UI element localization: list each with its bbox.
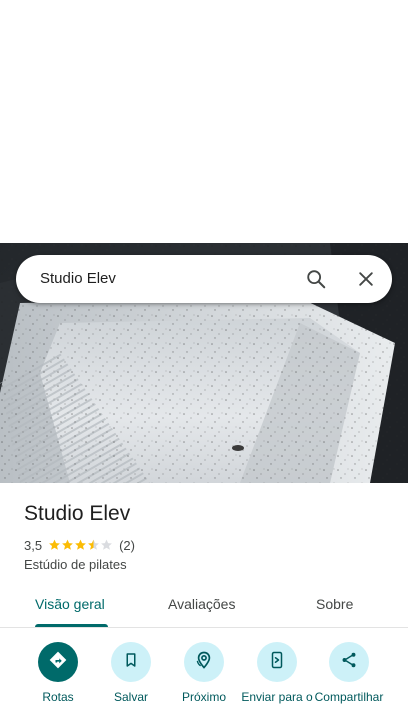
review-count: (2) xyxy=(119,537,135,553)
share-icon xyxy=(340,651,358,674)
send-to-phone-button[interactable]: Enviar para o xyxy=(241,642,313,704)
place-tabs: Visão geral Avaliações Sobre xyxy=(0,586,408,628)
search-bar[interactable]: Studio Elev xyxy=(16,255,392,303)
directions-button[interactable]: Rotas xyxy=(22,642,94,704)
rating-stars xyxy=(48,539,113,551)
save-label: Salvar xyxy=(113,690,148,704)
close-icon[interactable] xyxy=(350,263,382,295)
send-to-phone-label: Enviar para o xyxy=(241,690,313,704)
nearby-label: Próximo xyxy=(181,690,226,704)
send-to-phone-icon xyxy=(268,651,286,674)
share-label: Compartilhar xyxy=(314,690,384,704)
rating-row[interactable]: 3,5 (2) xyxy=(24,537,135,553)
directions-label: Rotas xyxy=(42,690,74,704)
tab-overview[interactable]: Visão geral xyxy=(35,596,105,612)
tab-about[interactable]: Sobre xyxy=(316,596,353,612)
star-icon xyxy=(75,539,86,550)
star-icon xyxy=(62,539,73,550)
directions-icon xyxy=(48,650,68,675)
bookmark-icon xyxy=(122,651,140,674)
place-screen: Studio Elev Studio Elev 3,5 (2) Estúdio … xyxy=(0,0,408,726)
rating-value: 3,5 xyxy=(24,537,43,553)
place-category: Estúdio de pilates xyxy=(24,557,127,572)
place-name: Studio Elev xyxy=(24,502,131,525)
nearby-button[interactable]: Próximo xyxy=(168,642,240,704)
search-query[interactable]: Studio Elev xyxy=(40,270,116,287)
star-icon xyxy=(49,539,60,550)
star-icon xyxy=(88,539,99,550)
nearby-icon xyxy=(194,650,214,675)
star-icon xyxy=(101,539,112,550)
search-icon[interactable] xyxy=(300,263,332,295)
save-button[interactable]: Salvar xyxy=(95,642,167,704)
active-tab-indicator xyxy=(35,624,108,627)
tab-reviews[interactable]: Avaliações xyxy=(168,596,235,612)
share-button[interactable]: Compartilhar xyxy=(313,642,385,704)
